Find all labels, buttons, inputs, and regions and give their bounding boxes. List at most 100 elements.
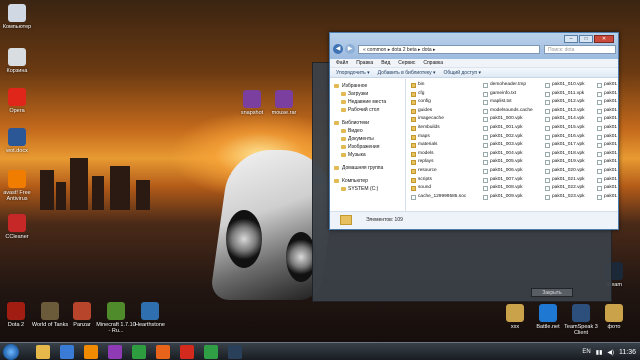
file-item[interactable]: pak01_015.vpk: [544, 124, 594, 133]
toolbar-button[interactable]: Добавить в библиотеку ▾: [378, 68, 436, 77]
desktop-icon[interactable]: Компьютер: [0, 4, 37, 30]
start-button[interactable]: [3, 344, 19, 360]
folder-item[interactable]: config: [410, 98, 480, 107]
file-item[interactable]: demoheader.tmp: [482, 81, 542, 90]
nav-item[interactable]: Избранное: [330, 82, 405, 90]
file-item[interactable]: pak01: [596, 176, 618, 185]
nav-item[interactable]: Изображения: [330, 143, 405, 151]
file-item[interactable]: pak01: [596, 90, 618, 99]
firefox-icon[interactable]: [156, 345, 170, 359]
nav-item[interactable]: Видео: [330, 127, 405, 135]
file-item[interactable]: pak01_023.vpk: [544, 193, 594, 202]
file-item[interactable]: cache_129999585.soc: [410, 193, 480, 202]
file-item[interactable]: pak01_001.vpk: [482, 124, 542, 133]
folder-item[interactable]: imagecache: [410, 115, 480, 124]
search-input[interactable]: Поиск: dota: [544, 45, 616, 54]
file-item[interactable]: pak01_007.vpk: [482, 176, 542, 185]
desktop-icon[interactable]: фото: [596, 304, 632, 330]
file-item[interactable]: pak01_017.vpk: [544, 141, 594, 150]
file-item[interactable]: pak01: [596, 81, 618, 90]
bandicam-icon[interactable]: [108, 345, 122, 359]
file-item[interactable]: pak01_020.vpk: [544, 167, 594, 176]
clock[interactable]: 11:36: [619, 349, 636, 356]
file-item[interactable]: pak01_012.vpk: [544, 98, 594, 107]
file-item[interactable]: pak01_006.vpk: [482, 167, 542, 176]
chrome-icon[interactable]: [204, 345, 218, 359]
toolbar-button[interactable]: Упорядочить ▾: [336, 68, 370, 77]
desktop-icon[interactable]: avast! Free Antivirus: [0, 170, 37, 202]
nav-item[interactable]: Загрузки: [330, 90, 405, 98]
file-item[interactable]: pak01_019.vpk: [544, 158, 594, 167]
utorrent-icon[interactable]: [132, 345, 146, 359]
file-item[interactable]: pak01: [596, 115, 618, 124]
desktop-icon[interactable]: mouse.rar: [264, 90, 304, 116]
maximize-button[interactable]: □: [579, 35, 593, 43]
folder-item[interactable]: bin: [410, 81, 480, 90]
file-item[interactable]: pak01: [596, 193, 618, 202]
folder-item[interactable]: guides: [410, 107, 480, 116]
explorer-icon[interactable]: [36, 345, 50, 359]
file-item[interactable]: pak01: [596, 107, 618, 116]
folder-item[interactable]: cfg: [410, 90, 480, 99]
desktop-icon[interactable]: CCleaner: [0, 214, 37, 240]
file-item[interactable]: pak01_004.vpk: [482, 150, 542, 159]
folder-item[interactable]: resource: [410, 167, 480, 176]
file-item[interactable]: pak01: [596, 184, 618, 193]
desktop-icon[interactable]: Hearthstone: [130, 302, 170, 328]
language-indicator[interactable]: EN: [582, 349, 590, 355]
file-item[interactable]: pak01_008.vpk: [482, 184, 542, 193]
nav-item[interactable]: Музыка: [330, 151, 405, 159]
file-item[interactable]: pak01_009.vpk: [482, 193, 542, 202]
nav-item[interactable]: Библиотеки: [330, 119, 405, 127]
toolbar-button[interactable]: Общий доступ ▾: [444, 68, 482, 77]
address-bar[interactable]: « common ▸ dota 2 beta ▸ dota ▸: [358, 45, 540, 54]
nav-item[interactable]: Компьютер: [330, 177, 405, 185]
menu-item[interactable]: Файл: [336, 59, 348, 67]
file-item[interactable]: pak01: [596, 158, 618, 167]
desktop-icon[interactable]: TeamSpeak 3 Client: [563, 304, 599, 336]
file-item[interactable]: pak01_000.vpk: [482, 115, 542, 124]
forward-arrow-icon[interactable]: ▶: [345, 44, 355, 54]
explorer-window[interactable]: – □ ✕ ◀ ▶ « common ▸ dota 2 beta ▸ dota …: [329, 32, 619, 230]
file-item[interactable]: pak01_021.vpk: [544, 176, 594, 185]
minimize-button[interactable]: –: [564, 35, 578, 43]
file-item[interactable]: pak01_022.vpk: [544, 184, 594, 193]
file-item[interactable]: pak01_003.vpk: [482, 141, 542, 150]
file-item[interactable]: pak01_013.vpk: [544, 107, 594, 116]
desktop-icon[interactable]: xxx: [497, 304, 533, 330]
title-bar[interactable]: – □ ✕ ◀ ▶ « common ▸ dota 2 beta ▸ dota …: [330, 33, 618, 59]
file-item[interactable]: pak01_011.vpk: [544, 90, 594, 99]
folder-item[interactable]: replays: [410, 158, 480, 167]
file-item[interactable]: pak01_002.vpk: [482, 133, 542, 142]
nav-item[interactable]: Документы: [330, 135, 405, 143]
file-item[interactable]: pak01: [596, 167, 618, 176]
desktop-icon[interactable]: Корзина: [0, 48, 37, 74]
close-button[interactable]: ✕: [594, 35, 614, 43]
nav-item[interactable]: Рабочий стол: [330, 106, 405, 114]
desktop-icon[interactable]: Opera: [0, 88, 37, 114]
file-item[interactable]: pak01_018.vpk: [544, 150, 594, 159]
file-item[interactable]: pak01: [596, 141, 618, 150]
file-item[interactable]: maplist.txt: [482, 98, 542, 107]
folder-item[interactable]: sound: [410, 184, 480, 193]
file-item[interactable]: pak01: [596, 133, 618, 142]
nav-item[interactable]: SYSTEM (C:): [330, 185, 405, 193]
steam-icon[interactable]: [228, 345, 242, 359]
menu-item[interactable]: Вид: [381, 59, 390, 67]
folder-item[interactable]: itembuilds: [410, 124, 480, 133]
folder-item[interactable]: models: [410, 150, 480, 159]
close-dialog-button[interactable]: Закрыть: [531, 288, 573, 297]
file-item[interactable]: pak01: [596, 150, 618, 159]
file-item[interactable]: pak01_010.vpk: [544, 81, 594, 90]
folder-item[interactable]: maps: [410, 133, 480, 142]
menu-item[interactable]: Сервис: [398, 59, 415, 67]
menu-item[interactable]: Правка: [356, 59, 373, 67]
volume-icon[interactable]: ◀): [607, 349, 614, 356]
opera-icon[interactable]: [180, 345, 194, 359]
desktop-icon[interactable]: wot.docx: [0, 128, 37, 154]
file-item[interactable]: gameinfo.txt: [482, 90, 542, 99]
file-item[interactable]: modelsounds.cache: [482, 107, 542, 116]
back-arrow-icon[interactable]: ◀: [333, 44, 343, 54]
vlc-icon[interactable]: [84, 345, 98, 359]
file-item[interactable]: pak01_014.vpk: [544, 115, 594, 124]
